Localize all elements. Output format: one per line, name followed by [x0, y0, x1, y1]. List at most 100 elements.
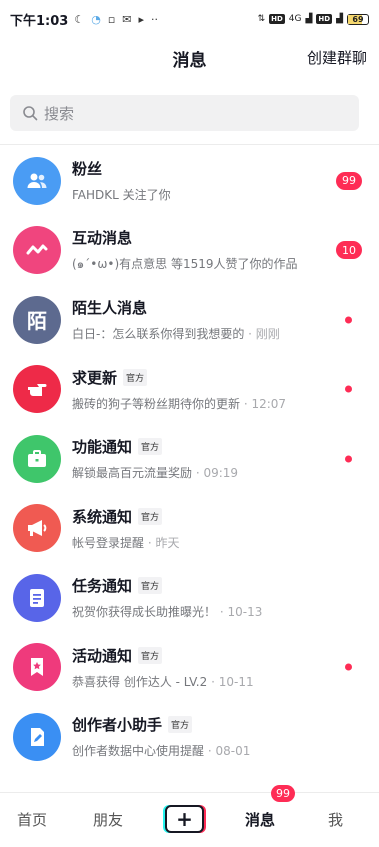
message-title-row: 互动消息 [72, 227, 319, 248]
avatar [13, 573, 61, 622]
unread-dot [345, 455, 352, 463]
search-input[interactable]: 搜索 [10, 95, 359, 131]
hd-icon-2: HD [316, 14, 333, 24]
message-time: 08-01 [215, 744, 251, 759]
message-title-row: 粉丝 [72, 158, 319, 179]
search-icon [23, 106, 38, 121]
separator-dot: · [192, 466, 204, 481]
avatar [13, 712, 61, 761]
mail-icon: ✉ [122, 12, 132, 26]
official-tag: 官方 [138, 438, 163, 456]
message-preview: 搬砖的狗子等粉丝期待你的更新 · 12:07 [72, 395, 319, 412]
separator-dot: · [204, 744, 216, 759]
header: 消息 创建群聊 [0, 38, 379, 76]
avatar [13, 156, 61, 205]
message-title: 活动通知 [72, 646, 133, 665]
clock-icon: ◔ [91, 12, 101, 26]
message-item[interactable]: 互动消息 (๑´•ω•)有点意思 等1519人赞了你的作品 10 [0, 216, 379, 286]
signal-label: 4G [288, 14, 302, 24]
message-preview-text: 搬砖的狗子等粉丝期待你的更新 [72, 396, 241, 411]
avatar [13, 365, 61, 414]
message-time: 昨天 [155, 535, 180, 550]
message-preview-text: 白日-：怎么联系你得到我想要的 [72, 327, 245, 342]
message-title: 功能通知 [72, 438, 133, 457]
message-preview: 白日-：怎么联系你得到我想要的 · 刚刚 [72, 325, 319, 342]
message-preview-text: 恭喜获得 创作达人 - LV.2 [72, 674, 208, 689]
battery-icon: 69 [347, 13, 369, 25]
message-body: 粉丝 FAHDKL 关注了你 [72, 158, 379, 203]
message-item[interactable]: 粉丝 FAHDKL 关注了你 99 [0, 146, 379, 216]
message-item[interactable]: 系统通知 官方帐号登录提醒 · 昨天 [0, 494, 379, 564]
nav-home[interactable]: 首页 [17, 809, 47, 830]
message-time: 10-11 [218, 674, 254, 689]
message-body: 陌生人消息白日-：怎么联系你得到我想要的 · 刚刚 [72, 297, 379, 342]
message-title-row: 功能通知 官方 [72, 436, 319, 457]
message-item[interactable]: 创作者小助手 官方创作者数据中心使用提醒 · 08-01 [0, 702, 379, 772]
create-group-button[interactable]: 创建群聊 [307, 47, 367, 68]
message-body: 求更新 官方 搬砖的狗子等粉丝期待你的更新 · 12:07 [72, 367, 379, 412]
message-item[interactable]: 活动通知 官方恭喜获得 创作达人 - LV.2 · 10-11 [0, 633, 379, 703]
message-body: 活动通知 官方恭喜获得 创作达人 - LV.2 · 10-11 [72, 645, 379, 690]
separator-dot: · [144, 535, 156, 550]
message-preview-text: (๑´•ω•)有点意思 等1519人赞了你的作品 [72, 256, 298, 271]
message-title: 粉丝 [72, 160, 103, 179]
moon-icon: ☾ [74, 12, 85, 26]
status-time: 下午1:03 [10, 13, 69, 29]
message-preview: 帐号登录提醒 · 昨天 [72, 534, 319, 551]
separator-dot: · [207, 674, 219, 689]
message-preview-text: 解锁最高百元流量奖励 [72, 466, 193, 481]
message-body: 功能通知 官方解锁最高百元流量奖励 · 09:19 [72, 436, 379, 481]
message-item[interactable]: 任务通知 官方祝贺你获得成长助推曝光！ · 10-13 [0, 563, 379, 633]
avatar [13, 504, 61, 553]
message-title: 陌生人消息 [72, 299, 148, 318]
avatar: 陌 [13, 295, 61, 344]
hd-icon: HD [269, 14, 285, 24]
message-preview: 恭喜获得 创作达人 - LV.2 · 10-11 [72, 673, 319, 690]
people-icon [25, 169, 49, 193]
message-item[interactable]: 陌陌生人消息 白日-：怎么联系你得到我想要的 · 刚刚 [0, 285, 379, 355]
message-preview-text: 祝贺你获得成长助推曝光！ [72, 605, 217, 620]
official-tag: 官方 [123, 368, 148, 386]
message-preview: FAHDKL 关注了你 [72, 186, 319, 203]
message-title: 互动消息 [72, 228, 133, 247]
message-title-row: 系统通知 官方 [72, 506, 319, 527]
message-time: 09:19 [203, 466, 239, 481]
message-item[interactable]: 功能通知 官方解锁最高百元流量奖励 · 09:19 [0, 424, 379, 494]
message-preview: 祝贺你获得成长助推曝光！ · 10-13 [72, 603, 319, 620]
avatar-text: 陌 [27, 309, 47, 334]
signal-icon-2: ▟ [336, 14, 343, 24]
avatar [13, 226, 61, 275]
create-post-button[interactable]: + [165, 805, 204, 833]
message-time: 10-13 [227, 605, 263, 620]
briefcase-icon [25, 447, 49, 471]
vibrate-icon: ⇅ [257, 14, 266, 24]
avatar [13, 643, 61, 692]
message-title: 创作者小助手 [72, 716, 163, 735]
unread-count-badge: 10 [336, 241, 362, 260]
unread-count-badge: 99 [336, 171, 362, 190]
nav-messages[interactable]: 消息 [245, 809, 275, 830]
separator-dot: · [216, 605, 228, 620]
status-bar: 下午1:03 ☾ ◔ ▫ ✉ ▸ ·· ⇅ HD 4G ▟ HD ▟ 69 [0, 0, 379, 38]
signal-icon: ▟ [305, 14, 313, 24]
message-body: 系统通知 官方帐号登录提醒 · 昨天 [72, 506, 379, 551]
avatar [13, 434, 61, 483]
nav-me[interactable]: 我 [328, 809, 343, 830]
message-title-row: 活动通知 官方 [72, 645, 319, 666]
pointing-hand-icon [25, 377, 49, 401]
message-title-row: 创作者小助手 官方 [72, 714, 319, 735]
nav-friends[interactable]: 朋友 [93, 809, 123, 830]
unread-dot [345, 663, 352, 671]
more-dots-icon: ·· [151, 12, 159, 26]
nav-messages-badge: 99 [271, 785, 295, 802]
message-preview-text: 创作者数据中心使用提醒 [72, 744, 205, 759]
message-item[interactable]: 求更新 官方 搬砖的狗子等粉丝期待你的更新 · 12:07 [0, 355, 379, 425]
official-tag: 官方 [138, 577, 163, 595]
message-title: 任务通知 [72, 577, 133, 596]
wave-icon [25, 238, 49, 262]
message-title-row: 陌生人消息 [72, 297, 319, 318]
message-time: 12:07 [251, 396, 287, 411]
status-notification-icons: ☾ ◔ ▫ ✉ ▸ ·· [74, 13, 158, 26]
edit-doc-icon [25, 725, 49, 749]
message-body: 任务通知 官方祝贺你获得成长助推曝光！ · 10-13 [72, 575, 379, 620]
